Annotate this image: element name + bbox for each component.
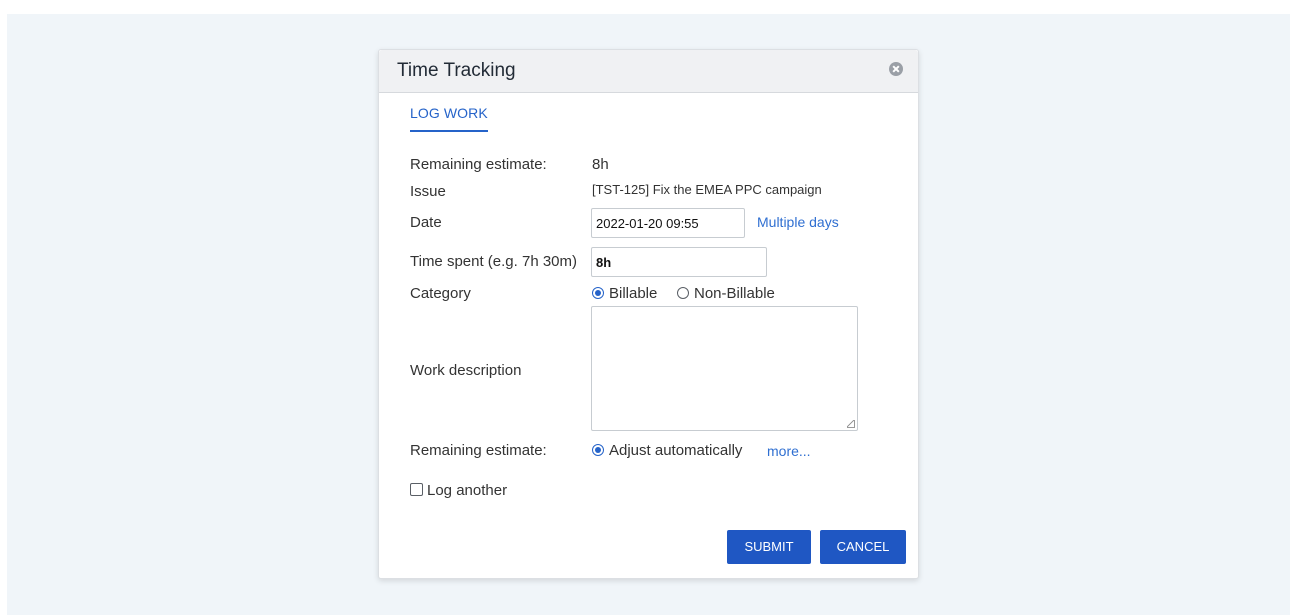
radio-selected-icon[interactable] bbox=[592, 444, 604, 456]
work-description-label: Work description bbox=[410, 362, 522, 379]
time-spent-field[interactable]: 8h bbox=[591, 247, 767, 277]
dialog-title: Time Tracking bbox=[397, 60, 516, 81]
remaining-estimate-label: Remaining estimate: bbox=[410, 156, 547, 173]
cancel-button[interactable]: CANCEL bbox=[820, 530, 906, 564]
tab-log-work[interactable]: LOG WORK bbox=[410, 105, 488, 132]
radio-selected-icon[interactable] bbox=[592, 287, 604, 299]
close-icon[interactable] bbox=[889, 62, 903, 76]
time-tracking-dialog: Time Tracking LOG WORK Remaining estimat… bbox=[378, 49, 919, 579]
date-label: Date bbox=[410, 214, 442, 231]
category-non-billable-radio[interactable]: Non-Billable bbox=[677, 285, 775, 302]
log-another-checkbox[interactable]: Log another bbox=[410, 482, 507, 499]
dialog-header: Time Tracking bbox=[379, 50, 918, 93]
category-billable-radio[interactable]: Billable bbox=[592, 285, 657, 302]
more-link[interactable]: more... bbox=[767, 443, 811, 459]
radio-unselected-icon[interactable] bbox=[677, 287, 689, 299]
category-label: Category bbox=[410, 285, 471, 302]
time-spent-label: Time spent (e.g. 7h 30m) bbox=[410, 253, 578, 270]
date-field[interactable]: 2022-01-20 09:55 bbox=[591, 208, 745, 238]
remaining-estimate-value: 8h bbox=[592, 156, 609, 173]
issue-value: [TST-125] Fix the EMEA PPC campaign bbox=[592, 182, 822, 197]
work-description-textarea[interactable] bbox=[591, 306, 858, 431]
adjust-automatically-radio[interactable]: Adjust automatically bbox=[592, 442, 742, 459]
submit-button[interactable]: SUBMIT bbox=[727, 530, 811, 564]
checkbox-icon[interactable] bbox=[410, 483, 423, 496]
resize-handle-icon[interactable] bbox=[847, 420, 855, 428]
issue-label: Issue bbox=[410, 183, 446, 200]
remaining-estimate-adjust-label: Remaining estimate: bbox=[410, 442, 547, 459]
multiple-days-link[interactable]: Multiple days bbox=[757, 214, 839, 230]
